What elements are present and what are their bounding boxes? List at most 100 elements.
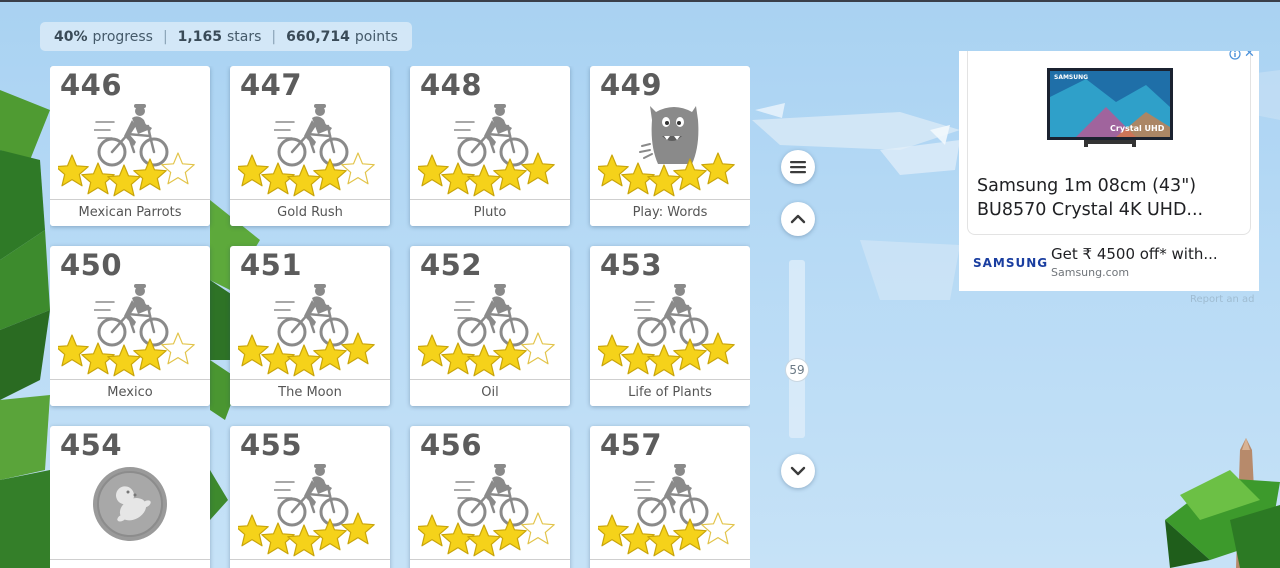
star-filled-icon <box>673 518 707 551</box>
stats-separator: | <box>271 28 277 45</box>
star-empty-icon <box>161 152 195 185</box>
level-number: 454 <box>60 428 123 462</box>
star-filled-icon <box>58 334 89 367</box>
stars-value: 1,165 <box>177 28 222 45</box>
ad-offer-text[interactable]: Get ₹ 4500 off* with... <box>1051 245 1218 263</box>
stars-label: stars <box>226 28 262 45</box>
tv-label-text: Crystal UHD <box>1110 124 1165 133</box>
level-card[interactable]: 453 Life of Plants <box>590 246 750 406</box>
level-card[interactable]: 449 Play: Words <box>590 66 750 226</box>
star-empty-icon <box>341 152 375 185</box>
level-number: 457 <box>600 428 663 462</box>
level-card[interactable]: 452 Oil <box>410 246 570 406</box>
star-filled-icon <box>467 164 501 197</box>
level-name: Oil <box>410 379 570 406</box>
level-card[interactable]: 446 Mexican Parrots <box>50 66 210 226</box>
level-name: The Moon <box>230 379 390 406</box>
menu-button[interactable] <box>781 150 815 184</box>
progress-label: progress <box>92 28 153 45</box>
level-card[interactable]: 450 Mexico <box>50 246 210 406</box>
level-number: 451 <box>240 248 303 282</box>
star-filled-icon <box>313 518 347 551</box>
star-rating <box>238 152 375 197</box>
level-name <box>50 559 210 568</box>
level-name: Mexican Parrots <box>50 199 210 226</box>
level-number: 452 <box>420 248 483 282</box>
star-filled-icon <box>341 512 375 545</box>
level-card[interactable]: 457 <box>590 426 750 568</box>
progress-value: 40% <box>54 28 88 45</box>
star-rating <box>418 332 555 377</box>
star-rating <box>598 152 735 197</box>
star-rating <box>238 512 375 557</box>
ad-headline[interactable]: Samsung 1m 08cm (43") BU8570 Crystal 4K … <box>977 174 1237 222</box>
level-number: 450 <box>60 248 123 282</box>
ad-info-icon[interactable] <box>1229 51 1241 60</box>
level-number: 446 <box>60 68 123 102</box>
window-top-border <box>0 0 1280 2</box>
report-ad-link[interactable]: Report an ad <box>1190 294 1254 305</box>
level-grid: 446 Mexican Parrots 447 Gold Rush 448 Pl… <box>50 66 750 568</box>
star-filled-icon <box>647 164 681 197</box>
chevron-up-icon <box>790 214 806 224</box>
star-empty-icon <box>521 332 555 365</box>
star-rating <box>58 152 195 197</box>
level-number: 449 <box>600 68 663 102</box>
star-filled-icon <box>418 334 449 367</box>
ad-product-card[interactable]: SAMSUNG Crystal UHD Samsung 1m 08cm (43"… <box>967 51 1251 235</box>
level-card[interactable]: 447 Gold Rush <box>230 66 390 226</box>
scroll-track[interactable] <box>789 260 805 438</box>
star-filled-icon <box>238 334 269 367</box>
tv-product-image: SAMSUNG Crystal UHD <box>1047 68 1173 147</box>
points-label: points <box>354 28 398 45</box>
star-filled-icon <box>313 338 347 371</box>
star-filled-icon <box>598 154 629 187</box>
star-filled-icon <box>493 158 527 191</box>
scroll-thumb[interactable]: 59 <box>785 358 809 382</box>
level-number: 456 <box>420 428 483 462</box>
scroll-up-button[interactable] <box>781 202 815 236</box>
star-empty-icon <box>161 332 195 365</box>
star-filled-icon <box>58 154 89 187</box>
star-filled-icon <box>418 154 449 187</box>
star-filled-icon <box>287 344 321 377</box>
star-filled-icon <box>313 158 347 191</box>
advertisement[interactable]: SAMSUNG Crystal UHD Samsung 1m 08cm (43"… <box>959 51 1259 291</box>
star-filled-icon <box>598 514 629 547</box>
star-filled-icon <box>701 332 735 365</box>
star-filled-icon <box>133 338 167 371</box>
level-name <box>590 559 750 568</box>
level-card[interactable]: 456 <box>410 426 570 568</box>
points-value: 660,714 <box>286 28 350 45</box>
star-filled-icon <box>238 514 269 547</box>
star-filled-icon <box>521 152 555 185</box>
star-filled-icon <box>107 164 141 197</box>
star-rating <box>598 332 735 377</box>
level-card[interactable]: 454 <box>50 426 210 568</box>
progress-stats-bar: 40% progress | 1,165 stars | 660,714 poi… <box>40 22 412 51</box>
stats-separator: | <box>162 28 168 45</box>
star-filled-icon <box>287 164 321 197</box>
level-number: 447 <box>240 68 303 102</box>
level-number: 453 <box>600 248 663 282</box>
level-name: Life of Plants <box>590 379 750 406</box>
star-rating <box>238 332 375 377</box>
star-filled-icon <box>341 332 375 365</box>
star-rating <box>598 512 735 557</box>
star-filled-icon <box>133 158 167 191</box>
level-name <box>410 559 570 568</box>
level-name: Mexico <box>50 379 210 406</box>
ad-domain: Samsung.com <box>1051 266 1130 279</box>
star-filled-icon <box>493 338 527 371</box>
star-filled-icon <box>701 152 735 185</box>
star-filled-icon <box>673 338 707 371</box>
scroll-down-button[interactable] <box>781 454 815 488</box>
level-card[interactable]: 451 The Moon <box>230 246 390 406</box>
star-filled-icon <box>647 524 681 557</box>
menu-icon <box>790 161 806 174</box>
star-filled-icon <box>647 344 681 377</box>
ad-close-icon[interactable]: ✕ <box>1244 51 1255 61</box>
level-card[interactable]: 455 <box>230 426 390 568</box>
level-name: Play: Words <box>590 199 750 226</box>
level-card[interactable]: 448 Pluto <box>410 66 570 226</box>
